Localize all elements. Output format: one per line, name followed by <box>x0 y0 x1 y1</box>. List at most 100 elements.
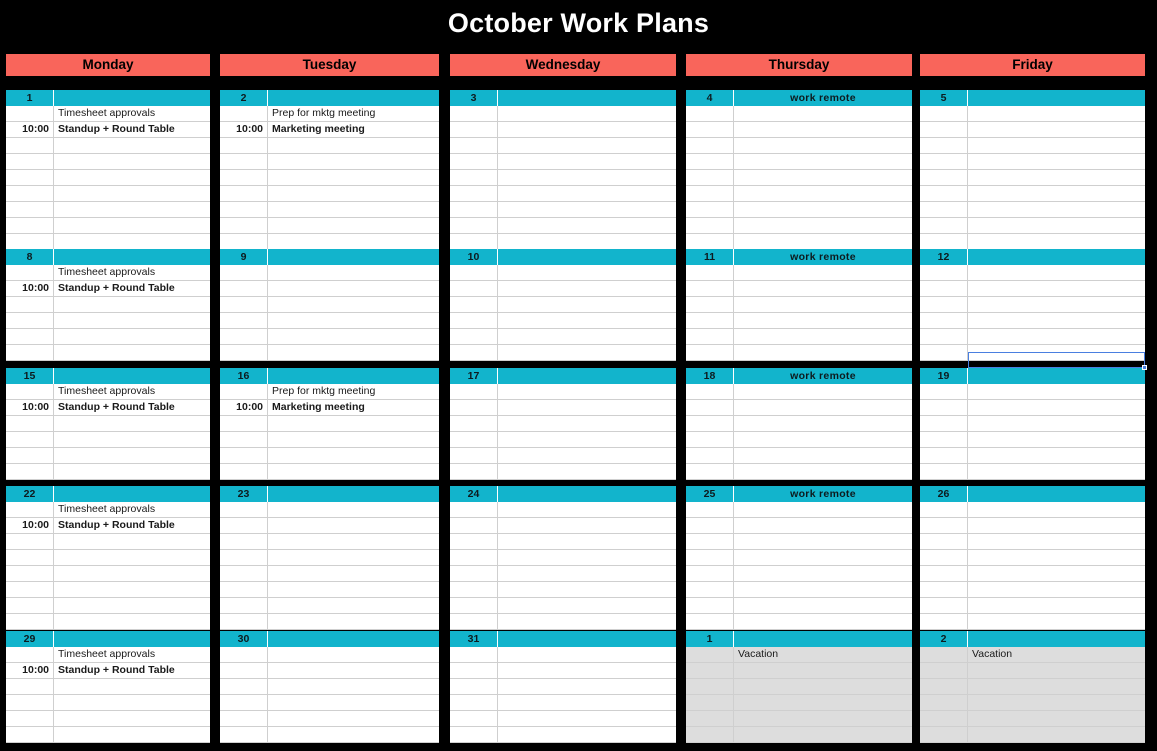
day-entry-row[interactable] <box>920 400 1145 416</box>
day-entry-row[interactable] <box>220 234 439 250</box>
day-entry-row[interactable] <box>686 711 912 727</box>
day-entry-row[interactable] <box>450 582 676 598</box>
day-entry-row[interactable] <box>450 534 676 550</box>
day-entry-row[interactable] <box>450 297 676 313</box>
day-entry-row[interactable] <box>920 464 1145 480</box>
day-entry-row[interactable] <box>220 313 439 329</box>
day-entry-row[interactable] <box>686 313 912 329</box>
day-entry-row[interactable] <box>686 122 912 138</box>
day-entry-row[interactable] <box>920 154 1145 170</box>
day-entry-row[interactable] <box>920 598 1145 614</box>
day-entry-row[interactable] <box>920 534 1145 550</box>
day-entry-row[interactable] <box>450 695 676 711</box>
day-cell-24[interactable]: 24 <box>450 486 676 630</box>
day-header[interactable]: 30 <box>220 631 439 647</box>
day-entry-row[interactable] <box>220 614 439 630</box>
day-entry-row[interactable] <box>6 432 210 448</box>
day-entry-row[interactable]: 10:00 Standup + Round Table <box>6 122 210 138</box>
day-entry-row[interactable] <box>450 106 676 122</box>
day-entry-row[interactable] <box>686 464 912 480</box>
day-cell-29[interactable]: 29 Timesheet approvals 10:00 Standup + Roun… <box>6 631 210 743</box>
day-header[interactable]: 2 <box>920 631 1145 647</box>
day-entry-row[interactable] <box>920 582 1145 598</box>
day-entry-row[interactable] <box>220 186 439 202</box>
day-entry-row[interactable] <box>220 416 439 432</box>
day-entry-row[interactable] <box>220 518 439 534</box>
day-cell-12[interactable]: 12 <box>920 249 1145 361</box>
day-entry-row[interactable] <box>6 218 210 234</box>
day-entry-row[interactable] <box>920 186 1145 202</box>
day-header[interactable]: 5 <box>920 90 1145 106</box>
day-entry-row[interactable] <box>450 384 676 400</box>
day-entry-row[interactable] <box>220 679 439 695</box>
day-cell-11[interactable]: 11 work remote <box>686 249 912 361</box>
day-entry-row[interactable] <box>6 614 210 630</box>
day-header[interactable]: 1 <box>6 90 210 106</box>
day-entry-row[interactable] <box>450 154 676 170</box>
day-cell-26[interactable]: 26 <box>920 486 1145 630</box>
day-entry-row[interactable] <box>686 502 912 518</box>
day-entry-row[interactable] <box>220 202 439 218</box>
day-entry-row[interactable] <box>450 432 676 448</box>
day-entry-row[interactable] <box>450 614 676 630</box>
day-entry-row[interactable] <box>6 566 210 582</box>
day-cell-10[interactable]: 10 <box>450 249 676 361</box>
day-entry-row[interactable] <box>6 550 210 566</box>
day-entry-row[interactable] <box>686 170 912 186</box>
day-entry-row[interactable] <box>450 186 676 202</box>
day-entry-row[interactable] <box>686 202 912 218</box>
day-entry-row[interactable] <box>920 202 1145 218</box>
day-entry-row[interactable] <box>686 186 912 202</box>
day-entry-row[interactable]: 10:00 Standup + Round Table <box>6 400 210 416</box>
day-header[interactable]: 17 <box>450 368 676 384</box>
day-entry-row[interactable]: Timesheet approvals <box>6 647 210 663</box>
day-entry-row[interactable] <box>686 281 912 297</box>
day-entry-row[interactable] <box>220 566 439 582</box>
day-entry-row[interactable] <box>450 663 676 679</box>
day-entry-row[interactable] <box>686 265 912 281</box>
day-entry-row[interactable] <box>686 106 912 122</box>
day-entry-row[interactable] <box>686 400 912 416</box>
day-entry-row[interactable]: Timesheet approvals <box>6 265 210 281</box>
day-entry-row[interactable] <box>920 265 1145 281</box>
day-entry-row[interactable] <box>450 281 676 297</box>
day-entry-row[interactable]: Timesheet approvals <box>6 384 210 400</box>
day-entry-row[interactable] <box>450 265 676 281</box>
day-entry-row[interactable] <box>220 550 439 566</box>
day-entry-row[interactable] <box>220 329 439 345</box>
day-entry-row[interactable] <box>450 711 676 727</box>
day-entry-row[interactable] <box>920 106 1145 122</box>
day-entry-row[interactable] <box>920 679 1145 695</box>
day-entry-row[interactable] <box>920 614 1145 630</box>
day-entry-row[interactable] <box>220 502 439 518</box>
day-header[interactable]: 4 work remote <box>686 90 912 106</box>
day-header[interactable]: 16 <box>220 368 439 384</box>
day-entry-row[interactable] <box>450 448 676 464</box>
day-header[interactable]: 1 <box>686 631 912 647</box>
day-entry-row[interactable] <box>920 122 1145 138</box>
day-header[interactable]: 24 <box>450 486 676 502</box>
day-entry-row[interactable] <box>686 614 912 630</box>
day-entry-row[interactable] <box>6 186 210 202</box>
day-entry-row[interactable] <box>6 534 210 550</box>
day-entry-row[interactable] <box>6 202 210 218</box>
day-entry-row[interactable] <box>920 138 1145 154</box>
day-entry-row[interactable] <box>450 170 676 186</box>
day-entry-row[interactable] <box>220 297 439 313</box>
day-entry-row[interactable] <box>6 695 210 711</box>
day-entry-row[interactable] <box>920 566 1145 582</box>
day-cell-9[interactable]: 9 <box>220 249 439 361</box>
day-entry-row[interactable] <box>686 384 912 400</box>
day-entry-row[interactable] <box>920 432 1145 448</box>
day-entry-row[interactable] <box>920 518 1145 534</box>
day-header[interactable]: 19 <box>920 368 1145 384</box>
day-entry-row[interactable] <box>450 550 676 566</box>
day-header[interactable]: 26 <box>920 486 1145 502</box>
day-entry-row[interactable] <box>6 345 210 361</box>
day-header[interactable]: 25 work remote <box>686 486 912 502</box>
day-cell-25[interactable]: 25 work remote <box>686 486 912 630</box>
day-entry-row[interactable] <box>686 345 912 361</box>
day-entry-row[interactable] <box>686 566 912 582</box>
day-entry-row[interactable] <box>220 695 439 711</box>
day-entry-row[interactable] <box>920 345 1145 361</box>
